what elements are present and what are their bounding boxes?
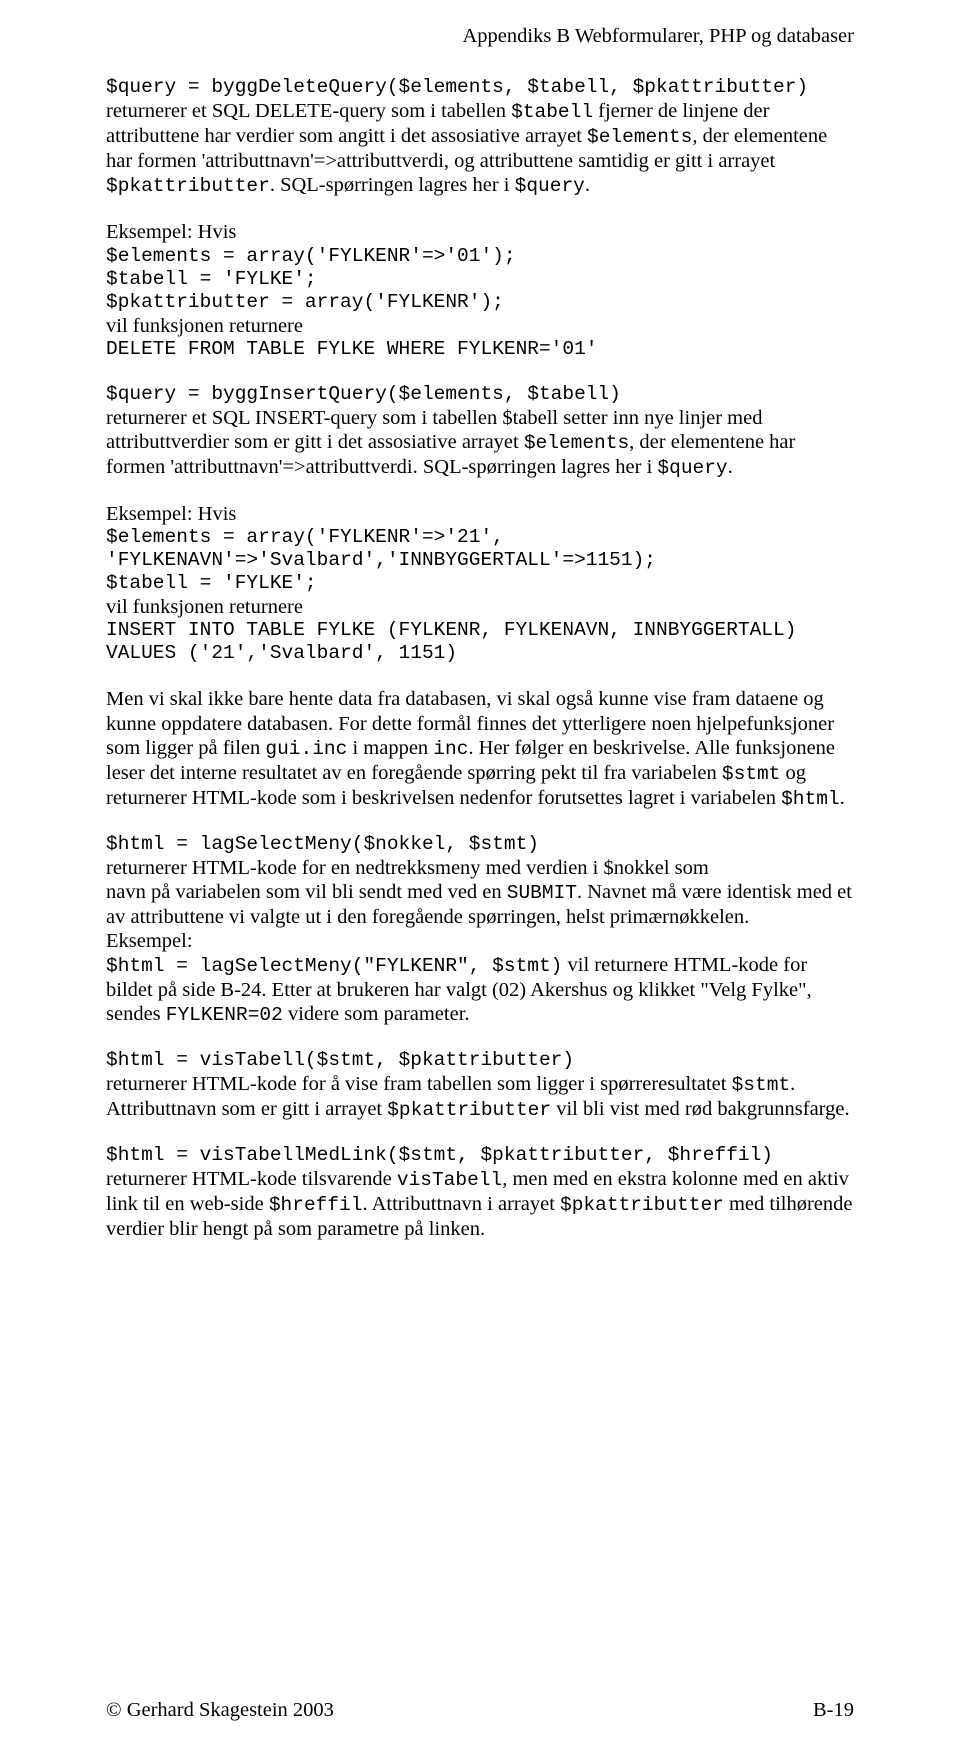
code-line: $html = lagSelectMeny("FYLKENR", $stmt) [106,955,562,977]
code-line: $query = byggInsertQuery($elements, $tab… [106,383,854,406]
body-text: returnerer HTML-kode for en nedtrekksmen… [106,856,854,880]
inline-code: visTabell [397,1169,502,1191]
body-text: i mappen [347,737,433,759]
paragraph-4: $html = lagSelectMeny($nokkel, $stmt) re… [106,833,854,1028]
paragraph-3: Men vi skal ikke bare hente data fra dat… [106,687,854,810]
footer-right: B-19 [813,1698,854,1722]
inline-code: $elements [524,432,629,454]
code-line: VALUES ('21','Svalbard', 1151) [106,642,854,665]
code-line: $html = visTabellMedLink($stmt, $pkattri… [106,1144,854,1167]
inline-code: $stmt [722,763,781,785]
body-text: Eksempel: [106,929,854,953]
body-text: Eksempel: Hvis [106,220,854,244]
inline-code: $tabell [511,101,593,123]
body-text: returnerer HTML-kode tilsvarende [106,1168,397,1190]
page-header: Appendiks B Webformularer, PHP og databa… [106,24,854,48]
body-text: . [840,787,845,809]
body-text: returnerer HTML-kode for å vise fram tab… [106,1073,732,1095]
inline-code: $pkattributter [560,1194,724,1216]
body-text: vil funksjonen returnere [106,595,854,619]
body-text: . [728,456,733,478]
body-text: vil bli vist med rød bakgrunnsfarge. [551,1098,850,1120]
paragraph-5: $html = visTabell($stmt, $pkattributter)… [106,1049,854,1122]
inline-code: FYLKENR=02 [166,1004,283,1026]
paragraph-6: $html = visTabellMedLink($stmt, $pkattri… [106,1144,854,1241]
inline-code: inc [433,738,468,760]
inline-code: $hreffil [269,1194,363,1216]
example-2: Eksempel: Hvis $elements = array('FYLKEN… [106,502,854,665]
code-line: $elements = array('FYLKENR'=>'21', [106,526,854,549]
footer-left: © Gerhard Skagestein 2003 [106,1698,334,1722]
body-text: . Attributtnavn i arrayet [362,1193,560,1215]
code-line: $html = visTabell($stmt, $pkattributter) [106,1049,854,1072]
inline-code: gui.inc [265,738,347,760]
body-text: navn på variabelen som vil bli sendt med… [106,881,507,903]
document-page: Appendiks B Webformularer, PHP og databa… [0,0,960,1758]
code-line: $html = lagSelectMeny($nokkel, $stmt) [106,833,854,856]
body-text: Eksempel: Hvis [106,502,854,526]
body-text: . SQL-spørringen lagres her i [270,174,515,196]
inline-code: $query [515,175,585,197]
inline-code: $elements [587,126,692,148]
inline-code: $query [657,457,727,479]
code-line: $elements = array('FYLKENR'=>'01'); [106,245,854,268]
code-line: 'FYLKENAVN'=>'Svalbard','INNBYGGERTALL'=… [106,549,854,572]
code-line: $tabell = 'FYLKE'; [106,268,854,291]
inline-code: $stmt [732,1074,791,1096]
inline-code: SUBMIT [507,882,577,904]
body-text: vil funksjonen returnere [106,314,854,338]
paragraph-2: $query = byggInsertQuery($elements, $tab… [106,383,854,480]
code-line: INSERT INTO TABLE FYLKE (FYLKENR, FYLKEN… [106,619,854,642]
code-line: DELETE FROM TABLE FYLKE WHERE FYLKENR='0… [106,338,854,361]
paragraph-1: $query = byggDeleteQuery($elements, $tab… [106,76,854,198]
code-line: $query = byggDeleteQuery($elements, $tab… [106,76,854,99]
example-1: Eksempel: Hvis $elements = array('FYLKEN… [106,220,854,360]
body-text: videre som parameter. [283,1003,470,1025]
code-line: $pkattributter = array('FYLKENR'); [106,291,854,314]
body-text: . [585,174,590,196]
body-text: returnerer et SQL DELETE-query som i tab… [106,100,511,122]
code-line: $tabell = 'FYLKE'; [106,572,854,595]
inline-code: $pkattributter [106,175,270,197]
inline-code: $html [781,788,840,810]
page-footer: © Gerhard Skagestein 2003 B-19 [106,1698,854,1722]
inline-code: $pkattributter [387,1099,551,1121]
